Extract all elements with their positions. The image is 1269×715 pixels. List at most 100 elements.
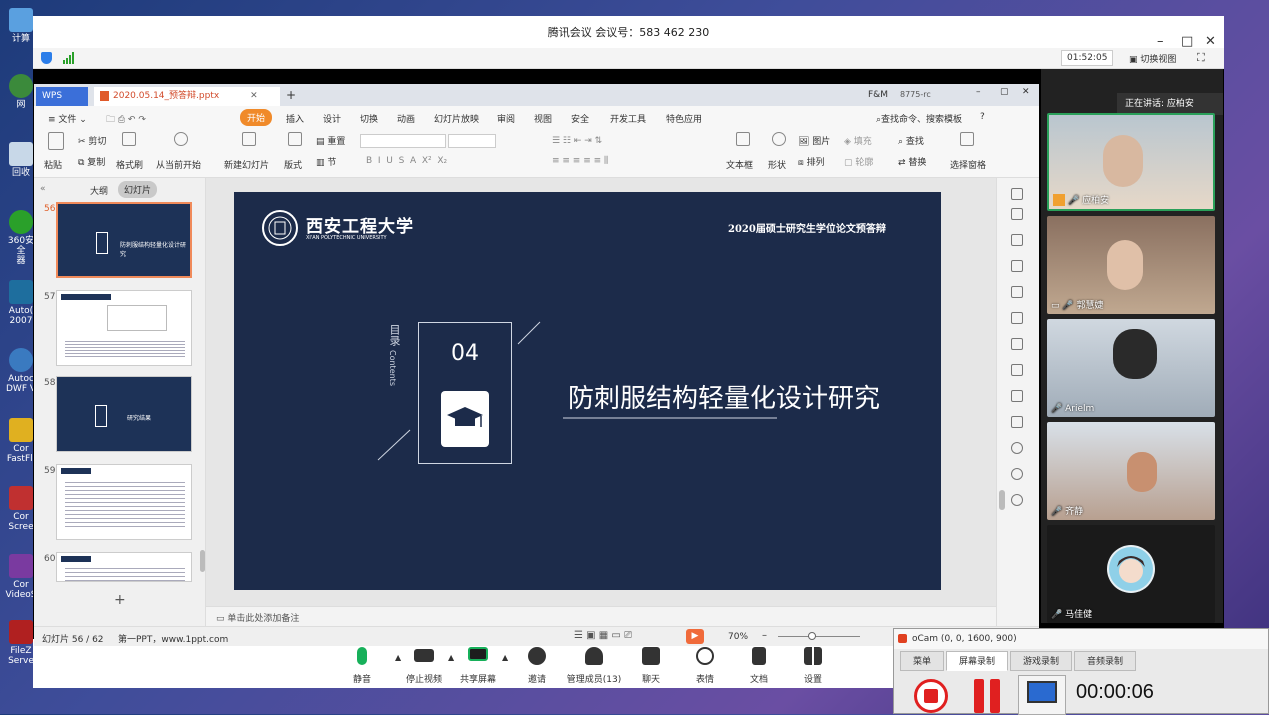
arrange-button[interactable]: ⧈ 排列 [798,155,825,168]
paste-button[interactable]: 粘贴 [44,158,62,171]
reset-button[interactable]: ▤ 重置 [316,134,345,147]
slide-thumbnail-56[interactable]: 防刺服结构轻量化设计研究 [56,202,192,278]
menu-security[interactable]: 安全 [571,112,589,125]
participant-video-5[interactable]: 🎤 马佳健 [1047,525,1215,623]
sliders-icon[interactable] [1011,260,1023,272]
font-size-select[interactable] [448,134,496,148]
close-icon[interactable]: ✕ [1022,87,1030,97]
tab-outline[interactable]: 大纲 [90,184,108,197]
help-circle-icon[interactable] [1011,494,1023,506]
cut-button[interactable]: ✂ 剪切 [78,134,106,147]
textbox-icon[interactable] [736,132,750,146]
chevron-up-icon[interactable]: ▲ [448,653,454,662]
outline-button[interactable]: ▢ 轮廓 [844,155,873,168]
file-tab[interactable]: 2020.05.14_预答辩.pptx ✕ [94,87,280,106]
menu-transition[interactable]: 切换 [360,112,378,125]
new-slide-icon[interactable] [242,132,256,146]
menu-home[interactable]: 开始 [240,109,273,126]
monitor-capture-button[interactable] [1018,675,1066,715]
share-icon[interactable] [1011,364,1023,376]
slide-thumbnail-60[interactable] [56,552,192,582]
ocam-tab-screen-record[interactable]: 屏幕录制 [946,651,1008,671]
view-mode-icons[interactable]: ☰ ▣ ▦ ▭ ⎚ [574,630,632,641]
ocam-tab-audio-record[interactable]: 音频录制 [1074,651,1136,671]
section-button[interactable]: ▥ 节 [316,155,336,168]
menu-design[interactable]: 设计 [323,112,341,125]
select-pane-icon[interactable] [960,132,974,146]
collapse-panel-icon[interactable]: « [40,184,46,194]
zoom-slider[interactable] [778,636,860,637]
menu-view[interactable]: 视图 [534,112,552,125]
zoom-slider-handle[interactable] [808,632,816,640]
paste-icon[interactable] [48,132,64,150]
zoom-out-icon[interactable]: – [762,630,767,641]
ocam-tab-menu[interactable]: 菜单 [900,651,944,671]
slide-thumbnail-58[interactable]: 研究结果 [56,376,192,452]
close-tab-icon[interactable]: ✕ [250,91,258,101]
fullscreen-icon[interactable]: ⛶ [1197,51,1205,65]
add-slide-icon[interactable]: + [114,592,126,608]
fill-button[interactable]: ◈ 填充 [844,134,872,147]
align-buttons[interactable]: ≡ ≡ ≡ ≡ ≡ ⫼ [552,156,608,166]
pause-record-button[interactable] [974,679,1004,713]
new-slide-button[interactable]: 新建幻灯片 [224,158,269,171]
slide-thumbnail-57[interactable] [56,290,192,366]
replace-button[interactable]: ⇄ 替换 [898,155,926,168]
menu-slideshow[interactable]: 幻灯片放映 [434,112,479,125]
play-icon[interactable] [174,132,188,146]
minimize-icon[interactable]: – [976,87,981,97]
slide-thumbnail-59[interactable] [56,464,192,540]
help-icon[interactable]: ? [980,112,985,122]
favorite-icon[interactable] [1011,312,1023,324]
menu-review[interactable]: 审阅 [497,112,515,125]
search-command[interactable]: ⌕查找命令、搜索模板 [876,112,962,125]
participant-video-2[interactable]: ▭ 🎤 郭慧婕 [1047,216,1215,314]
picture-button[interactable]: 🖼 图片 [798,134,830,147]
wps-home-tab[interactable]: WPS [36,87,88,106]
image-icon[interactable] [1011,390,1023,402]
panel-scrollbar[interactable] [200,550,205,572]
participant-video-3[interactable]: 🎤 Arielm [1047,319,1215,417]
shape-button[interactable]: 形状 [768,158,786,171]
font-style-buttons[interactable]: B I U S A X² X₂ [366,156,447,166]
copy-button[interactable]: ⧉ 复制 [78,155,105,168]
shape-icon[interactable] [772,132,786,146]
chevron-up-icon[interactable]: ▲ [395,653,401,662]
notes-bar[interactable]: ▭ 单击此处添加备注 [206,606,996,626]
select-pane-button[interactable]: 选择窗格 [950,158,986,171]
font-name-select[interactable] [360,134,446,148]
copy-icon[interactable] [1011,234,1023,246]
audio-icon[interactable] [1011,416,1023,428]
quick-access-icons[interactable]: 🗀 ⎙ ↶ ↷ [106,112,146,128]
tab-slides[interactable]: 幻灯片 [118,181,158,198]
slide-canvas[interactable]: 西安工程大学 XI'AN POLYTECHNIC UNIVERSITY 2020… [234,192,941,590]
new-tab-icon[interactable]: + [286,88,296,102]
participant-video-4[interactable]: 🎤 齐静 [1047,422,1215,520]
participant-video-1[interactable]: 🎤 应柏安 [1047,113,1215,211]
layout-button[interactable]: 版式 [284,158,302,171]
paragraph-buttons[interactable]: ☰ ☷ ⇤ ⇥ ⇅ [552,136,602,146]
chevron-up-icon[interactable]: ▲ [502,653,508,662]
shield-icon[interactable] [41,52,52,64]
ocam-tab-game-record[interactable]: 游戏录制 [1010,651,1072,671]
format-painter-button[interactable]: 格式刷 [116,158,143,171]
canvas-scrollbar[interactable] [999,490,1005,510]
format-painter-icon[interactable] [122,132,136,146]
layout-icon[interactable] [288,132,302,146]
stop-record-button[interactable] [914,679,948,713]
play-slideshow-icon[interactable]: ▶ [686,629,704,644]
rail-scroll-up-icon[interactable] [1011,188,1023,200]
maximize-icon[interactable]: ▢ [1000,87,1009,97]
menu-animation[interactable]: 动画 [397,112,415,125]
menu-developer[interactable]: 开发工具 [610,112,646,125]
record-icon[interactable] [1011,442,1023,454]
gallery-icon[interactable] [1011,286,1023,298]
backup-icon[interactable] [1011,338,1023,350]
history-icon[interactable] [1011,468,1023,480]
star-icon[interactable] [1011,208,1023,220]
menu-insert[interactable]: 插入 [286,112,304,125]
menu-file[interactable]: ≡ 文件 ⌄ [48,112,87,125]
menu-features[interactable]: 特色应用 [666,112,702,125]
textbox-button[interactable]: 文本框 [726,158,753,171]
from-current-button[interactable]: 从当前开始 [156,158,201,171]
